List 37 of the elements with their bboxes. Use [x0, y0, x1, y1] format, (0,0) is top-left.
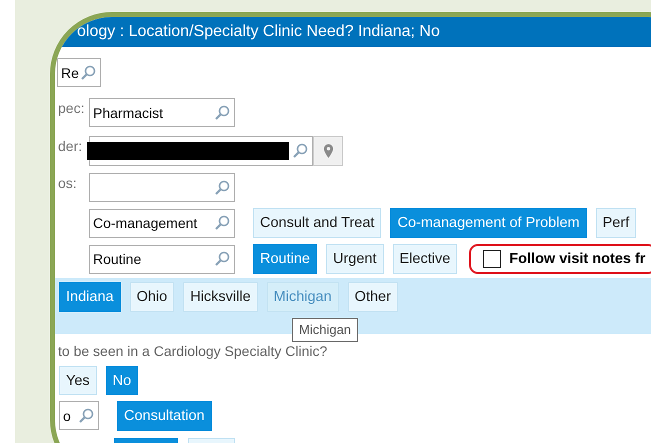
answer-button[interactable]: Yes [59, 366, 97, 395]
location-button[interactable]: Hicksville [183, 282, 258, 312]
search-field[interactable]: Re [57, 58, 101, 87]
search-field[interactable] [89, 136, 313, 166]
search-icon [80, 64, 96, 80]
search-field[interactable]: Routine [89, 244, 235, 274]
checkbox-label: Follow visit notes fr [509, 251, 646, 267]
search-icon [214, 215, 230, 231]
search-icon [214, 180, 230, 196]
option-button[interactable]: Routine [253, 244, 317, 274]
search-field[interactable]: Co-management [89, 208, 235, 238]
tooltip: Michigan [292, 318, 358, 342]
search-icon [292, 143, 308, 159]
location-button[interactable]: Other [348, 282, 398, 312]
answer-button[interactable]: No [106, 366, 138, 395]
option-button[interactable]: Elective [392, 244, 458, 274]
option-button[interactable]: Urgent [326, 244, 384, 274]
search-field[interactable]: o [59, 401, 99, 430]
option-button[interactable]: Consultation [117, 400, 212, 430]
field-label: der: [57, 137, 84, 154]
field-label: os: [57, 174, 78, 191]
location-button[interactable] [313, 136, 343, 166]
search-field[interactable] [89, 173, 235, 202]
question-text: to be seen in a Cardiology Specialty Clinic? [57, 343, 328, 359]
search-icon [214, 104, 230, 120]
window-title: ology : Location/Specialty Clinic Need? Indiana; No [77, 23, 440, 41]
search-field[interactable]: Pharmacist [89, 98, 235, 127]
field-label: pec: [57, 99, 86, 116]
option-button[interactable]: Consult and Treat [253, 208, 382, 238]
search-icon [214, 251, 230, 267]
search-icon [78, 408, 94, 424]
option-button[interactable]: Perf [596, 208, 636, 238]
location-button[interactable]: Indiana [59, 282, 121, 312]
option-button[interactable]: Co-management of Problem [390, 208, 587, 238]
checkbox[interactable] [483, 250, 502, 268]
location-button[interactable]: Ohio [130, 282, 174, 312]
map-pin-icon [322, 143, 334, 159]
